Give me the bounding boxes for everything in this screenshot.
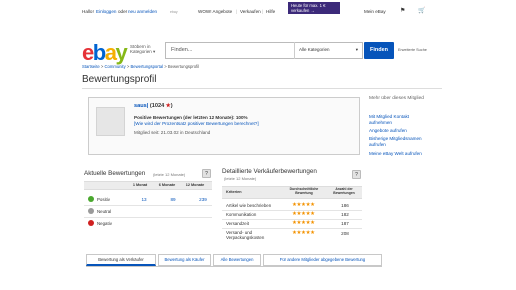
negative-icon [88, 220, 94, 226]
criteria-label: Artikel wie beschrieben [226, 203, 272, 208]
detailed-ratings-title: Detaillierte Verkäuferbewertungen [222, 168, 317, 175]
star-rating-icon: ★★★★★ [292, 202, 315, 208]
feedback-score[interactable]: 1024 [152, 103, 164, 109]
column-header: 1 Monat [132, 183, 148, 187]
column-header: 6 Monate [158, 183, 176, 187]
browse-categories-button[interactable]: Stöbern in Kategorien ▾ [130, 44, 155, 54]
column-header: Durchschnittliche Bewertung [289, 187, 319, 196]
divider [82, 88, 442, 89]
username: saus| (1024 ★) [134, 103, 173, 109]
sidebar-title: Mehr über dieses Mitglied [369, 96, 424, 101]
rating-label: Negativ [97, 221, 112, 226]
star-rating-icon: ★★★★★ [292, 230, 315, 236]
percentage-help-link[interactable]: [Wie wird der Prozentsatz positiver Bewe… [134, 121, 259, 126]
neutral-icon [88, 208, 94, 214]
divider: | [262, 9, 264, 14]
rating-label: Positiv [97, 197, 110, 202]
current-ratings-title: Aktuelle Bewertungen [84, 170, 146, 177]
divider [222, 228, 362, 229]
positive-icon [88, 196, 94, 202]
star-rating-icon: ★★★★★ [292, 211, 315, 217]
criteria-label: Versand- und Verpackungskosten [226, 230, 265, 240]
rating-label: Neutral [97, 209, 112, 214]
advanced-search-link[interactable]: Erweiterte Suche [398, 48, 427, 52]
tab-left-for-others[interactable]: Für andere Mitglieder abgegebene Bewertu… [263, 254, 382, 266]
current-ratings-subtitle: (letzte 12 Monate) [153, 172, 186, 177]
category-select[interactable]: Alle Kategorien ▾ [294, 42, 362, 59]
detailed-ratings-subtitle: (letzte 12 Monate) [224, 176, 257, 181]
rating-count: 208 [341, 231, 349, 236]
wow-deals-link[interactable]: WOW! Angebote [198, 9, 232, 14]
chevron-down-icon: ▾ [355, 47, 358, 52]
help-icon[interactable]: ? [352, 170, 361, 179]
cart-icon[interactable]: 🛒 [418, 7, 425, 14]
criteria-label: Kommunikation [226, 212, 257, 217]
rating-count[interactable]: 239 [190, 197, 216, 202]
my-world-link[interactable]: Meine eBay Welt aufrufen [369, 151, 422, 157]
divider [86, 266, 382, 267]
rating-count[interactable]: 13 [131, 197, 157, 202]
column-header: Anzahl der Bewertungen [333, 187, 355, 196]
column-header: 12 Monate [185, 183, 205, 187]
previous-names-link[interactable]: Bisherige Mitgliedsnamen aufrufen [369, 136, 429, 147]
help-link[interactable]: Hilfe [266, 9, 275, 14]
contact-member-link[interactable]: Mit Mitglied Kontakt aufnehmen [369, 114, 431, 125]
divider [84, 205, 212, 206]
breadcrumb-item[interactable]: Bewertungsportal [130, 64, 163, 69]
rating-count: 182 [341, 212, 349, 217]
promo-banner[interactable]: Heute für max. 1 € verkaufen → [288, 2, 340, 14]
chevron-down-icon: ▾ [153, 49, 156, 54]
breadcrumb-current: Bewertungsprofil [167, 64, 200, 69]
view-items-link[interactable]: Angebote aufrufen [369, 128, 407, 134]
tab-as-buyer[interactable]: Bewertung als Käufer [158, 254, 211, 266]
positive-percentage: Positive Bewertungen (der letzten 12 Mon… [134, 115, 248, 120]
rating-count: 187 [341, 221, 349, 226]
criteria-label: Versandzeit [226, 221, 249, 226]
greeting-text: Hallo! [82, 9, 94, 14]
rating-count[interactable]: 89 [160, 197, 186, 202]
avatar [96, 107, 125, 136]
member-since: Mitglied seit: 21.03.02 in Deutschland [134, 130, 211, 135]
help-icon[interactable]: ? [202, 169, 211, 178]
rating-count: 186 [341, 203, 349, 208]
profile-card [88, 97, 360, 155]
sell-link[interactable]: Verkaufen [240, 9, 261, 14]
my-ebay-link[interactable]: Mein eBay [364, 9, 386, 14]
ebay-logo[interactable]: ebay [82, 40, 128, 66]
bell-icon[interactable]: ⚑ [400, 7, 405, 14]
tab-as-seller[interactable]: Bewertung als Verkäufer [86, 254, 156, 266]
tab-all[interactable]: Alle Bewertungen [213, 254, 261, 266]
page-title: Bewertungsprofil [82, 74, 157, 85]
breadcrumb-item[interactable]: Community [105, 64, 126, 69]
username-link[interactable]: saus| [134, 103, 148, 109]
breadcrumb-item[interactable]: Startseite [82, 64, 100, 69]
star-rating-icon: ★★★★★ [292, 220, 315, 226]
breadcrumb: Startseite > Community > Bewertungsporta… [82, 64, 200, 69]
find-button[interactable]: Finden [364, 42, 394, 59]
register-link[interactable]: neu anmelden [128, 9, 157, 14]
or-text: oder [118, 9, 128, 14]
divider [84, 217, 212, 218]
column-header: Kriterien [226, 190, 242, 194]
top-bar: Hallo! Einloggen oder neu anmelden ebay … [82, 5, 442, 29]
divider: | [236, 9, 238, 14]
signin-link[interactable]: Einloggen [96, 9, 116, 14]
promo-text: Heute für max. 1 € verkaufen → [291, 3, 326, 13]
ebay-small-logo[interactable]: ebay [170, 10, 178, 14]
